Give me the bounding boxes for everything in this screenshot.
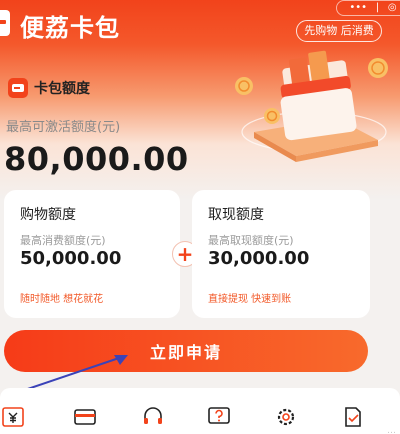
max-activatable-amount: 80,000.00 — [4, 140, 189, 178]
cash-limit-amount: 30,000.00 — [208, 248, 310, 269]
watermark-text: … — [387, 426, 396, 434]
cash-limit-tag: 直接提现 快速到账 — [208, 294, 292, 305]
more-icon[interactable]: ••• — [349, 3, 367, 13]
headset-icon[interactable] — [142, 406, 164, 428]
cash-limit-card: 取现额度 最高取现额度(元) 30,000.00 直接提现 快速到账 — [192, 190, 370, 318]
app-title: 便荔卡包 — [20, 14, 120, 42]
shopping-limit-amount: 50,000.00 — [20, 248, 122, 269]
shopping-limit-tag: 随时随地 想花就花 — [20, 294, 104, 305]
wallet-icon — [8, 78, 28, 98]
help-icon[interactable] — [208, 406, 230, 428]
yen-icon[interactable] — [2, 406, 24, 428]
app-logo-icon — [0, 10, 10, 36]
shopping-limit-title: 购物额度 — [20, 207, 76, 223]
shopping-limit-label: 最高消费额度(元) — [20, 234, 106, 247]
cash-limit-label: 最高取现额度(元) — [208, 234, 294, 247]
document-icon[interactable] — [342, 406, 364, 428]
card-limit-header: 卡包额度 — [8, 78, 90, 98]
top-bar: 便荔卡包 ••• | ◎ 先购物 后消费 — [0, 0, 400, 52]
max-activatable-label: 最高可激活额度(元) — [6, 120, 121, 135]
card-icon[interactable] — [74, 406, 96, 428]
card-limit-title: 卡包额度 — [34, 81, 90, 97]
wallet-illustration — [235, 50, 388, 162]
slogan-badge: 先购物 后消费 — [296, 20, 382, 42]
settings-icon[interactable] — [275, 406, 297, 428]
cash-limit-title: 取现额度 — [208, 207, 264, 223]
apply-now-button[interactable]: 立即申请 — [4, 330, 368, 372]
shopping-limit-card: 购物额度 最高消费额度(元) 50,000.00 随时随地 想花就花 — [4, 190, 180, 318]
close-circle-icon[interactable]: ◎ — [388, 3, 397, 13]
bottom-function-bar — [0, 388, 400, 434]
menu-divider: | — [375, 2, 380, 13]
mini-program-menu[interactable]: ••• | ◎ — [336, 0, 400, 16]
